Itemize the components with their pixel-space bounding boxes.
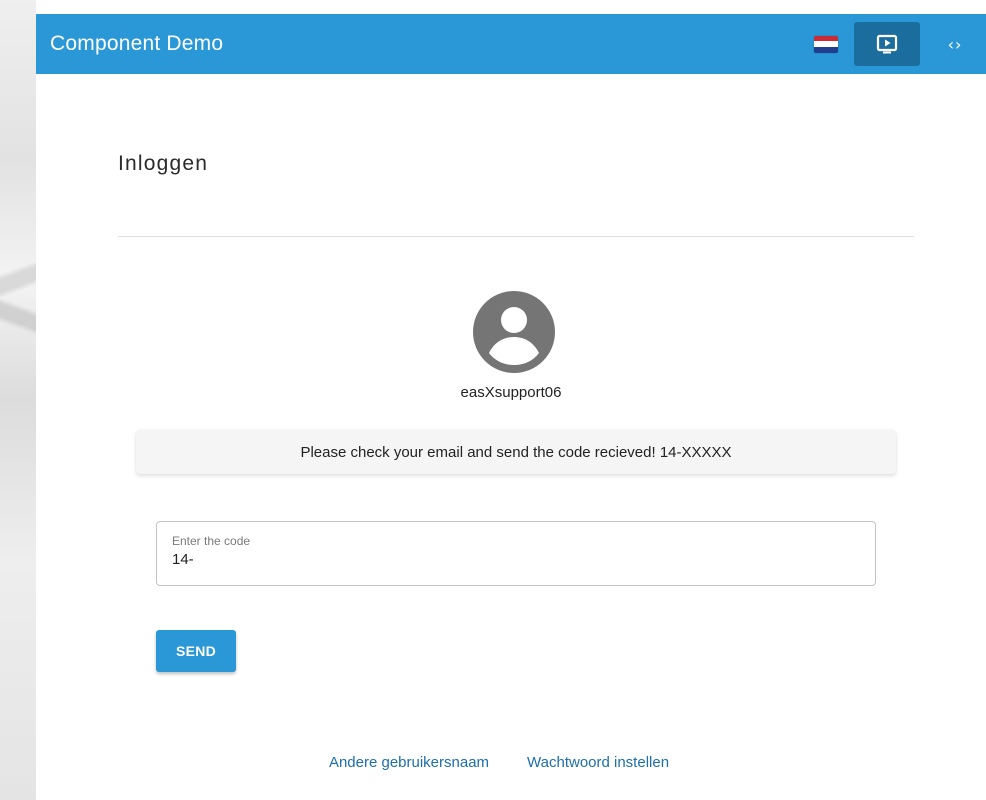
app-title: Component Demo	[50, 32, 224, 55]
set-password-link[interactable]: Wachtwoord instellen	[527, 754, 669, 771]
page: Component Demo ‹› Inloggen easXsupport06…	[0, 0, 986, 800]
code-field[interactable]: Enter the code	[156, 521, 876, 586]
top-margin	[0, 0, 986, 14]
background-strip	[0, 0, 36, 800]
other-username-link[interactable]: Andere gebruikersnaam	[329, 754, 489, 771]
play-screen-icon	[876, 34, 898, 54]
main-content: Inloggen easXsupport06 Please check your…	[36, 74, 986, 800]
preview-button[interactable]	[854, 22, 920, 66]
account-circle-icon	[473, 291, 555, 373]
app-header: Component Demo ‹›	[36, 14, 986, 74]
code-input[interactable]	[172, 551, 860, 568]
header-actions: ‹›	[814, 14, 986, 74]
divider	[118, 236, 914, 237]
code-notice-text: Please check your email and send the cod…	[300, 443, 732, 461]
code-icon: ‹›	[947, 34, 963, 54]
netherlands-flag-icon[interactable]	[814, 35, 838, 53]
code-field-label: Enter the code	[172, 534, 251, 548]
footer-links: Andere gebruikersnaam Wachtwoord instell…	[36, 754, 986, 771]
page-title: Inloggen	[118, 152, 209, 175]
code-notice: Please check your email and send the cod…	[136, 430, 896, 474]
username-label: easXsupport06	[460, 384, 562, 401]
send-button[interactable]: SEND	[156, 630, 236, 672]
code-toggle-button[interactable]: ‹›	[938, 22, 972, 66]
